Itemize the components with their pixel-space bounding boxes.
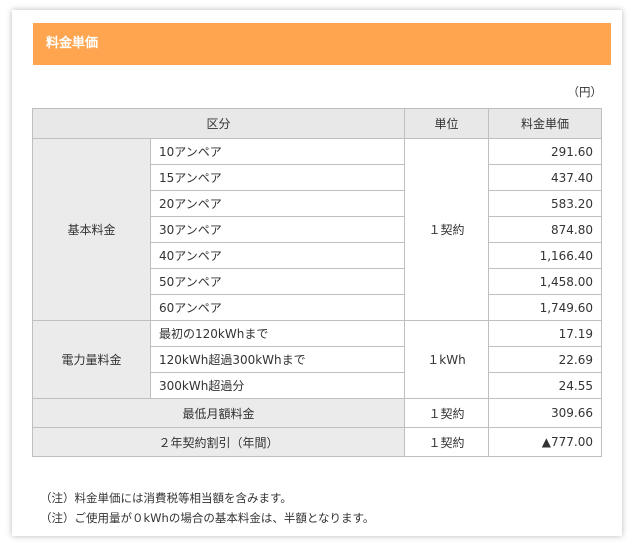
discount-label: ２年契約割引（年間） — [31, 427, 406, 457]
row-price: 1,749.60 — [488, 294, 603, 321]
discount-price: ▲777.00 — [488, 427, 603, 457]
section-title: 料金単価 — [33, 23, 611, 65]
row-item: 最初の120kWhまで — [149, 320, 406, 347]
header-unit: 単位 — [404, 108, 490, 139]
energy-charge-unit: １kWh — [404, 320, 490, 399]
basic-charge-label: 基本料金 — [32, 138, 151, 321]
header-price: 料金単価 — [488, 108, 603, 139]
row-price: 24.55 — [488, 372, 603, 399]
row-item: 15アンペア — [149, 164, 406, 191]
price-table: 区分 単位 料金単価 基本料金 10アンペア １契約 291.60 15アンペア… — [31, 108, 603, 457]
note-line: （注）ご使用量が０kWhの場合の基本料金は、半額となります。 — [40, 511, 375, 525]
minimum-charge-unit: １契約 — [404, 398, 490, 428]
row-price: 17.19 — [488, 320, 603, 347]
table-row: 基本料金 10アンペア １契約 291.60 — [32, 138, 603, 321]
row-item: 20アンペア — [149, 190, 406, 217]
currency-unit-label: （円） — [567, 85, 603, 99]
row-item: 300kWh超過分 — [149, 372, 406, 399]
table-row: ２年契約割引（年間） １契約 ▲777.00 — [31, 427, 603, 457]
row-item: 50アンペア — [149, 268, 406, 295]
row-price: 291.60 — [488, 138, 603, 165]
note-line: （注）料金単価には消費税等相当額を含みます。 — [40, 491, 292, 505]
row-price: 583.20 — [488, 190, 603, 217]
row-price: 1,166.40 — [488, 242, 603, 269]
minimum-charge-price: 309.66 — [488, 398, 603, 428]
row-item: 30アンペア — [149, 216, 406, 243]
row-price: 874.80 — [488, 216, 603, 243]
row-price: 22.69 — [488, 346, 603, 373]
basic-charge-unit: １契約 — [404, 138, 490, 321]
row-item: 60アンペア — [149, 294, 406, 321]
energy-charge-label: 電力量料金 — [32, 320, 151, 399]
row-price: 437.40 — [488, 164, 603, 191]
row-item: 40アンペア — [149, 242, 406, 269]
row-item: 120kWh超過300kWhまで — [149, 346, 406, 373]
header-category: 区分 — [31, 108, 406, 139]
row-item: 10アンペア — [149, 138, 406, 165]
table-row: 最低月額料金 １契約 309.66 — [31, 398, 603, 428]
minimum-charge-label: 最低月額料金 — [31, 398, 406, 428]
discount-unit: １契約 — [404, 427, 490, 457]
table-header-row: 区分 単位 料金単価 — [31, 108, 603, 139]
price-card: 料金単価 （円） 区分 単位 料金単価 基本料金 10アンペア １契約 291.… — [12, 10, 622, 536]
notes: （注）料金単価には消費税等相当額を含みます。 （注）ご使用量が０kWhの場合の基… — [40, 488, 374, 528]
row-price: 1,458.00 — [488, 268, 603, 295]
table-row: 電力量料金 最初の120kWhまで １kWh 17.19 — [32, 320, 603, 399]
